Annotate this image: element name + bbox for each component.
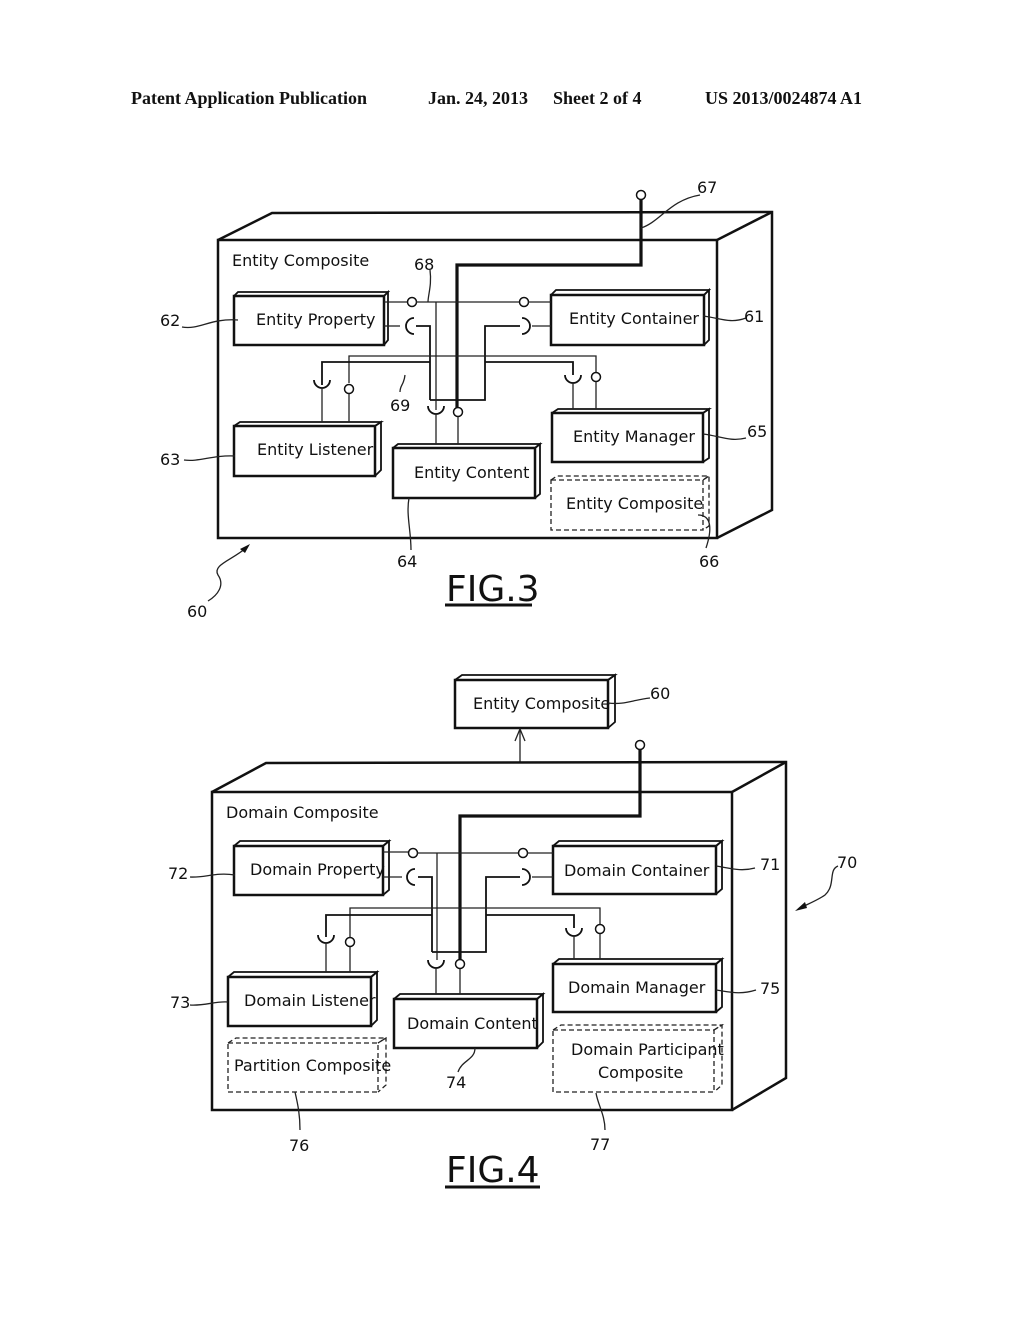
leader-63	[183, 455, 236, 462]
leader-68	[427, 269, 432, 303]
fig4-domain-property: Domain Property	[232, 839, 392, 897]
leader-70	[799, 865, 839, 909]
ref-65: 65	[747, 422, 767, 441]
ref-68: 68	[414, 255, 434, 274]
fig4-caption: FIG.4	[446, 1150, 540, 1191]
ref-60: 60	[187, 602, 207, 621]
fig4-content-label: Domain Content	[407, 1014, 538, 1033]
fig4-domain-manager: Domain Manager	[551, 957, 725, 1014]
fig3-entity-composite-nested: Entity Composite	[550, 474, 712, 531]
fig3-entity-listener: Entity Listener	[232, 420, 384, 478]
fig4-property-label: Domain Property	[250, 860, 385, 879]
ref-61: 61	[744, 307, 764, 326]
ref-64: 64	[397, 552, 417, 571]
fig4-domain-listener: Domain Listener	[226, 970, 380, 1028]
ref-62: 62	[160, 311, 180, 330]
fig4-domain-content: Domain Content	[392, 992, 546, 1050]
ref-69: 69	[390, 396, 410, 415]
ref-77: 77	[590, 1135, 610, 1154]
fig3: Entity Composite 67 Entity Property 62 E…	[160, 178, 774, 621]
ref-76: 76	[289, 1136, 309, 1155]
ref-66: 66	[699, 552, 719, 571]
fig3-outer-label: Entity Composite	[232, 251, 369, 270]
fig3-entity-container: Entity Container	[549, 287, 712, 347]
fig4-container-label: Domain Container	[564, 861, 710, 880]
ref-70: 70	[837, 853, 857, 872]
fig3-property-label: Entity Property	[256, 310, 376, 329]
fig3-listener-label: Entity Listener	[257, 440, 374, 459]
fig4-listener-label: Domain Listener	[244, 991, 376, 1010]
fig3-manager-label: Entity Manager	[573, 427, 695, 446]
ref-75: 75	[760, 979, 780, 998]
leader-64	[407, 497, 412, 551]
ref-60b: 60	[650, 684, 670, 703]
fig3-entity-manager: Entity Manager	[550, 407, 712, 464]
leader-66	[697, 514, 711, 549]
ref-63: 63	[160, 450, 180, 469]
fig3-entity-content: Entity Content	[391, 442, 543, 500]
ref-67: 67	[697, 178, 717, 197]
ref-72: 72	[168, 864, 188, 883]
leader-69	[399, 374, 406, 393]
fig3-content-label: Entity Content	[414, 463, 529, 482]
ref-74: 74	[446, 1073, 466, 1092]
leader-60	[207, 547, 247, 602]
fig4-participant-label-line1: Domain Participant	[571, 1040, 724, 1059]
arrow-head-icon	[795, 902, 807, 911]
ref-73: 73	[170, 993, 190, 1012]
fig4-partition-composite: Partition Composite	[227, 1036, 391, 1093]
fig4-outer-label: Domain Composite	[226, 803, 379, 822]
fig4-parent-label: Entity Composite	[473, 694, 610, 713]
patent-figures: Entity Composite 67 Entity Property 62 E…	[160, 178, 857, 1191]
leader-77	[595, 1092, 606, 1131]
bus-port-icon	[634, 739, 646, 751]
fig3-composite-label: Entity Composite	[566, 494, 703, 513]
leader-62	[181, 319, 239, 329]
fig4-partition-label: Partition Composite	[234, 1056, 391, 1075]
fig4-domain-container: Domain Container	[551, 839, 725, 896]
fig3-entity-property: Entity Property	[232, 289, 391, 347]
ref-71: 71	[760, 855, 780, 874]
fig4: Entity Composite 60 Domain Composite Dom…	[168, 673, 857, 1191]
fig4-participant-label-line2: Composite	[598, 1063, 683, 1082]
leader-74	[457, 1047, 476, 1073]
leader-73	[189, 1001, 229, 1006]
fig3-container-label: Entity Container	[569, 309, 699, 328]
fig4-manager-label: Domain Manager	[568, 978, 706, 997]
fig4-participant-composite: Domain Participant Composite	[552, 1023, 725, 1093]
bus-port-icon	[635, 189, 647, 201]
fig4-parent-entity-composite: Entity Composite	[453, 673, 618, 730]
